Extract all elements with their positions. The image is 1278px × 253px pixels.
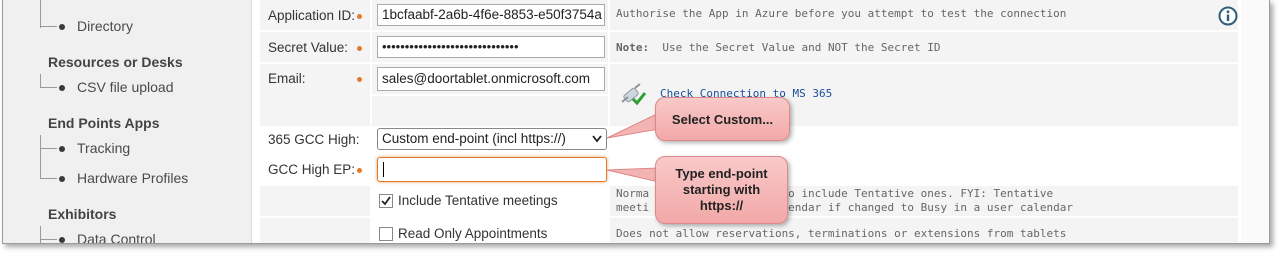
readonly-label: Read Only Appointments [398, 226, 548, 241]
secret-label: Secret Value: [268, 40, 349, 55]
tentative-label: Include Tentative meetings [398, 193, 558, 208]
note-text: Use the Secret Value and NOT the Secret … [662, 41, 941, 54]
app-id-note: Authorise the App in Azure before you at… [616, 7, 1067, 20]
gcc-selected-value: Custom end-point (incl https://) [382, 131, 566, 146]
app-id-label: Application ID: [268, 8, 356, 23]
callout-pointer [606, 112, 660, 139]
sidebar-item-label: Tracking [77, 140, 131, 156]
required-dot [357, 77, 362, 82]
gcc-ep-label: GCC High EP: [268, 162, 356, 177]
secret-input[interactable]: •••••••••••••••••••••••••••••• [377, 36, 605, 58]
app-id-input[interactable]: 1bcfaabf-2a6b-4f6e-8853-e50f3754a [377, 4, 605, 26]
checkmark-icon [381, 196, 391, 206]
callout-type-endpoint: Type end-point starting with https:// [655, 156, 788, 224]
gcc-select[interactable]: Custom end-point (incl https://) [377, 128, 607, 150]
gcc-label: 365 GCC High: [268, 132, 360, 147]
required-dot [357, 168, 362, 173]
bullet-icon [59, 24, 65, 30]
email-label: Email: [268, 71, 306, 86]
secret-note: Note: Use the Secret Value and NOT the S… [616, 41, 941, 54]
info-icon[interactable] [1218, 6, 1238, 26]
bullet-icon [59, 237, 65, 243]
gcc-ep-input[interactable] [377, 157, 607, 182]
sidebar-item-label: CSV file upload [77, 79, 174, 95]
sidebar-heading-resources: Resources or Desks [48, 54, 183, 70]
required-dot [357, 14, 362, 19]
sidebar-heading-end-points: End Points Apps [48, 115, 160, 131]
callout-select-custom: Select Custom... [655, 97, 790, 141]
tree-line [40, 0, 41, 28]
sidebar: Directory Resources or Desks CSV file up… [3, 0, 252, 243]
chevron-down-icon [592, 135, 602, 143]
bullet-icon [59, 85, 65, 91]
email-input[interactable]: sales@doortablet.onmicrosoft.com [377, 67, 605, 91]
sidebar-item-label: Directory [77, 18, 134, 34]
readonly-note: Does not allow reservations, termination… [616, 227, 1067, 240]
required-dot [357, 46, 362, 51]
note-bold: Note: [616, 41, 650, 54]
text-cursor [383, 162, 384, 177]
app-window: Directory Resources or Desks CSV file up… [2, 0, 1270, 244]
sidebar-item-label: Data Control [77, 231, 156, 244]
scrollbar[interactable] [1241, 0, 1269, 243]
bullet-icon [59, 146, 65, 152]
bullet-icon [59, 176, 65, 182]
tentative-checkbox[interactable] [379, 194, 393, 208]
readonly-checkbox[interactable] [379, 227, 393, 241]
callout-pointer [606, 167, 660, 183]
sidebar-item-label: Hardware Profiles [77, 170, 189, 186]
sidebar-heading-exhibitors: Exhibitors [48, 206, 117, 222]
